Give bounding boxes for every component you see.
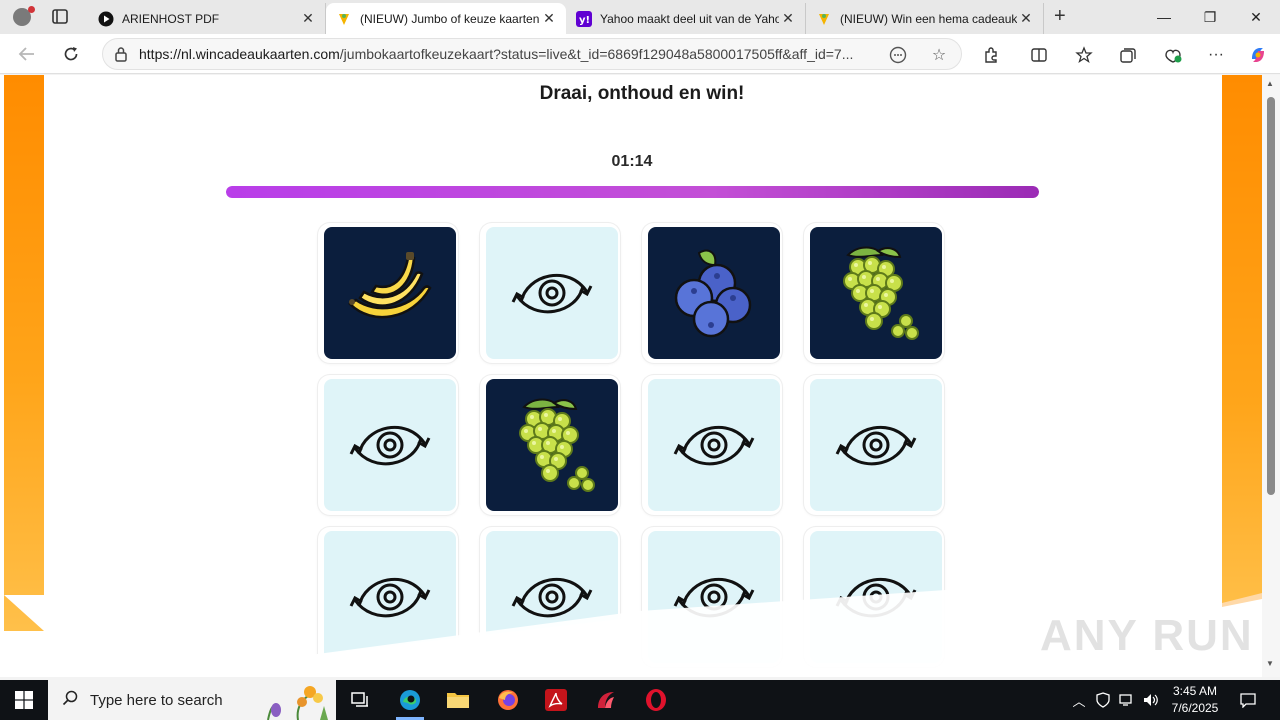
start-button[interactable]	[0, 680, 48, 720]
back-button[interactable]	[14, 42, 40, 66]
banana-icon	[324, 227, 456, 359]
site-info-icon[interactable]	[103, 46, 139, 62]
tab-close-icon[interactable]: ✕	[299, 10, 317, 27]
watermark-text: ANY RUN	[1040, 611, 1254, 660]
browser-toolbar: https://nl.wincadeaukaarten.com/jumbokaa…	[0, 34, 1280, 74]
search-placeholder: Type here to search	[90, 691, 223, 709]
tab-close-icon[interactable]: ✕	[1017, 10, 1035, 27]
windows-taskbar: Type here to search ︿ 3:45 AM 7/6/2025	[0, 680, 1280, 720]
settings-more-icon[interactable]: ···	[1204, 44, 1228, 66]
tab-actions-icon	[52, 9, 68, 24]
extensions-icon[interactable]	[979, 44, 1003, 66]
tab-actions-button[interactable]	[48, 7, 72, 27]
tab-close-icon[interactable]: ✕	[779, 10, 797, 27]
rotate-eye-icon	[648, 379, 780, 511]
clock-time: 3:45 AM	[1172, 684, 1218, 698]
search-decoration-flowers-icon	[267, 686, 328, 720]
tab-1[interactable]: (NIEUW) Jumbo of keuze kaarten ✕	[326, 3, 566, 34]
task-view-icon[interactable]	[336, 680, 384, 720]
grapes-icon	[486, 379, 618, 511]
tab-title: Yahoo maakt deel uit van de Yahoo	[600, 11, 779, 26]
system-clock[interactable]: 3:45 AM 7/6/2025	[1160, 683, 1230, 717]
scroll-down-icon[interactable]: ▼	[1266, 659, 1274, 668]
volume-icon[interactable]	[1140, 680, 1162, 720]
url-text: https://nl.wincadeaukaarten.com/jumbokaa…	[139, 46, 869, 62]
firefox-icon[interactable]	[484, 680, 532, 720]
favorite-star-icon[interactable]: ☆	[928, 45, 950, 65]
reading-mode-icon[interactable]	[887, 45, 909, 65]
browser-essentials-icon[interactable]	[1161, 44, 1185, 66]
network-icon[interactable]	[1116, 680, 1138, 720]
url-path: /jumbokaartofkeuzekaart?status=live&t_id…	[339, 46, 854, 62]
play-circle-icon	[98, 11, 114, 27]
tray-chevron-icon[interactable]: ︿	[1068, 680, 1090, 720]
acrobat-icon[interactable]	[532, 680, 580, 720]
close-window-button[interactable]: ✕	[1233, 4, 1279, 30]
minimize-button[interactable]: —	[1141, 4, 1187, 30]
windows-logo-icon	[15, 691, 33, 709]
back-arrow-icon	[18, 47, 34, 61]
yahoo-icon: y!	[576, 10, 592, 27]
favorites-icon[interactable]	[1072, 44, 1096, 66]
memory-card-banana[interactable]	[318, 223, 458, 363]
grapes-icon	[810, 227, 942, 359]
url-host: https://nl.wincadeaukaarten.com	[139, 46, 340, 62]
address-bar[interactable]: https://nl.wincadeaukaarten.com/jumbokaa…	[102, 38, 962, 70]
notifications-icon[interactable]	[1236, 680, 1260, 720]
opera-icon[interactable]	[632, 680, 680, 720]
rotate-eye-icon	[486, 227, 618, 359]
wincadeau-icon	[816, 11, 832, 27]
memory-card-hidden[interactable]	[804, 375, 944, 515]
security-tray-icon[interactable]	[1092, 680, 1114, 720]
tab-strip: ARIENHOST PDF ✕ (NIEUW) Jumbo of keuze k…	[0, 0, 1280, 34]
page-viewport: Draai, onthoud en win! 01:14 ANY RUN	[0, 75, 1262, 677]
tab-title: (NIEUW) Win een hema cadeaukaart	[840, 11, 1017, 26]
page-scrollbar[interactable]: ▲ ▼	[1262, 75, 1280, 677]
rotate-eye-icon	[810, 379, 942, 511]
memory-card-hidden[interactable]	[642, 375, 782, 515]
copilot-icon[interactable]	[1246, 44, 1270, 66]
time-progress-fill	[226, 186, 1039, 198]
refresh-button[interactable]	[58, 42, 84, 66]
file-explorer-icon[interactable]	[434, 680, 482, 720]
countdown-timer: 01:14	[611, 153, 653, 170]
tab-2[interactable]: y! Yahoo maakt deel uit van de Yahoo ✕	[566, 3, 806, 34]
tab-0[interactable]: ARIENHOST PDF ✕	[88, 3, 326, 34]
app-red-icon[interactable]	[582, 680, 630, 720]
tab-title: ARIENHOST PDF	[122, 11, 220, 26]
profile-button[interactable]	[8, 4, 36, 30]
memory-card-grapes[interactable]	[480, 375, 620, 515]
new-tab-button[interactable]: +	[1054, 5, 1066, 28]
memory-card-hidden[interactable]	[480, 223, 620, 363]
tab-title: (NIEUW) Jumbo of keuze kaarten	[360, 11, 540, 26]
rotate-eye-icon	[324, 379, 456, 511]
tab-close-icon[interactable]: ✕	[540, 10, 558, 27]
split-screen-icon[interactable]	[1027, 44, 1051, 66]
edge-icon[interactable]	[386, 680, 434, 720]
wincadeau-icon	[336, 11, 352, 27]
tab-3[interactable]: (NIEUW) Win een hema cadeaukaart ✕	[806, 3, 1044, 34]
search-icon	[62, 690, 78, 711]
memory-card-grapes[interactable]	[804, 223, 944, 363]
refresh-icon	[64, 47, 78, 61]
blueberries-icon	[648, 227, 780, 359]
clock-date: 7/6/2025	[1171, 701, 1219, 715]
collections-icon[interactable]	[1116, 44, 1140, 66]
memory-card-hidden[interactable]	[318, 375, 458, 515]
memory-card-blueberries[interactable]	[642, 223, 782, 363]
svg-text:y!: y!	[579, 15, 590, 26]
scroll-thumb[interactable]	[1267, 97, 1275, 495]
scroll-up-icon[interactable]: ▲	[1266, 79, 1274, 88]
taskbar-search[interactable]: Type here to search	[48, 680, 336, 720]
restore-button[interactable]: ❐	[1187, 4, 1233, 30]
time-progress-bar	[226, 186, 1039, 198]
notification-dot	[28, 6, 35, 13]
page-title: Draai, onthoud en win!	[539, 83, 745, 104]
